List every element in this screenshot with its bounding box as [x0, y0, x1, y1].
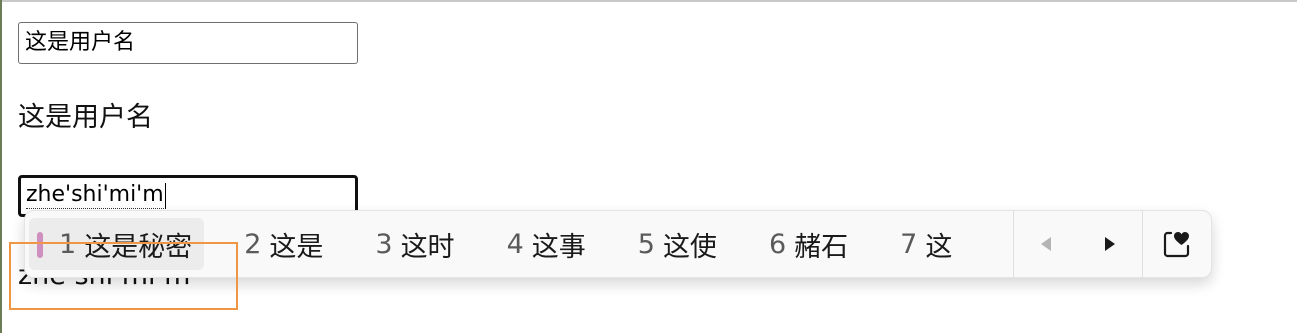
ime-candidate-7[interactable]: 7 这 [878, 218, 964, 270]
candidate-word: 这是秘密 [84, 231, 193, 263]
ime-favorite-button[interactable] [1143, 211, 1211, 277]
candidate-number: 6 [768, 228, 787, 260]
ime-pager [1013, 211, 1143, 277]
username-input-value: 这是用户名 [25, 30, 136, 55]
selection-marker-icon [37, 232, 43, 258]
ime-candidate-3[interactable]: 3 这时 [353, 218, 466, 270]
ime-prev-page-button[interactable] [1014, 211, 1078, 277]
triangle-right-icon [1105, 237, 1115, 251]
ime-candidate-2[interactable]: 2 这是 [222, 218, 335, 270]
candidate-number: 7 [900, 228, 918, 260]
ime-candidate-window: 1 这是秘密 2 这是 3 这时 4 这事 5 这使 6 赭石 7 这 [24, 210, 1212, 278]
ime-candidate-5[interactable]: 5 这使 [616, 218, 729, 270]
window-top-border [0, 0, 1297, 2]
candidate-word: 赭石 [794, 231, 849, 263]
ime-next-page-button[interactable] [1078, 211, 1142, 277]
ime-candidate-1[interactable]: 1 这是秘密 [29, 218, 205, 270]
username-input[interactable]: 这是用户名 [18, 22, 358, 64]
ime-candidate-list: 1 这是秘密 2 这是 3 这时 4 这事 5 这使 6 赭石 7 这 [25, 211, 982, 277]
candidate-number: 2 [244, 228, 262, 260]
candidate-word: 这使 [662, 231, 717, 263]
ime-candidate-4[interactable]: 4 这事 [485, 218, 598, 270]
candidate-number: 1 [59, 228, 77, 260]
candidate-word: 这 [925, 231, 953, 263]
ime-candidate-6[interactable]: 6 赭石 [747, 218, 860, 270]
username-echo-text: 这是用户名 [18, 102, 153, 133]
ime-composition-text: zhe'shi'mi'm [26, 182, 164, 209]
text-caret [164, 183, 166, 209]
window-left-border [0, 0, 2, 333]
candidate-number: 5 [637, 228, 655, 260]
candidate-number: 3 [375, 228, 393, 260]
candidate-word: 这事 [531, 231, 586, 263]
candidate-word: 这时 [400, 231, 455, 263]
candidate-word: 这是 [269, 231, 324, 263]
heart-bookmark-icon [1163, 231, 1190, 258]
candidate-number: 4 [506, 228, 524, 260]
triangle-left-icon [1041, 237, 1051, 251]
